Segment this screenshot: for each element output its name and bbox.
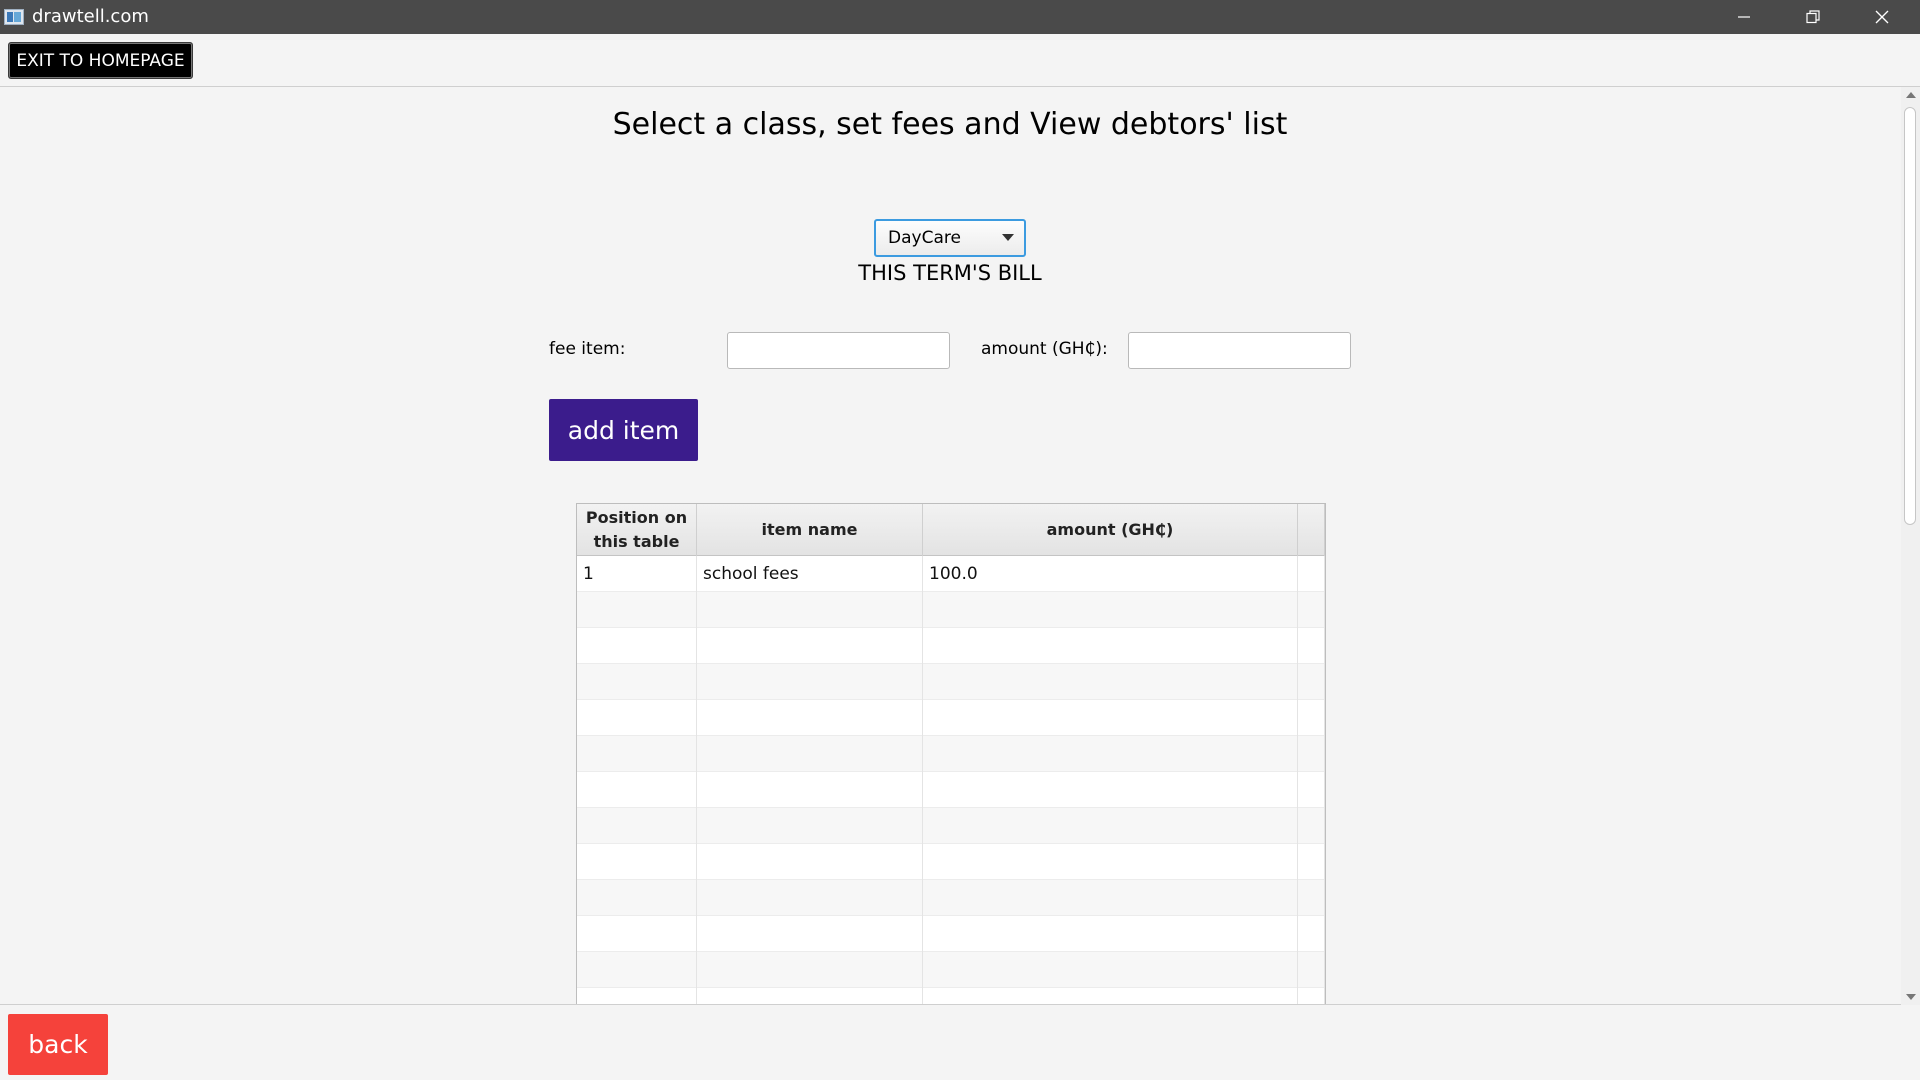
- cell-item-name: school fees: [697, 556, 923, 592]
- class-select[interactable]: DayCare: [874, 219, 1026, 257]
- window-titlebar: drawtell.com: [0, 0, 1920, 34]
- table-row-empty: [577, 700, 1325, 736]
- cell-amount: 100.0: [923, 556, 1298, 592]
- vertical-scrollbar[interactable]: [1901, 87, 1920, 1005]
- class-select-value: DayCare: [888, 228, 961, 248]
- column-header-item-name[interactable]: item name: [697, 504, 923, 556]
- table-row-empty: [577, 736, 1325, 772]
- back-button[interactable]: back: [8, 1014, 108, 1075]
- table-header: Position on this table item name amount …: [577, 504, 1325, 556]
- close-button[interactable]: [1848, 0, 1916, 34]
- column-header-amount[interactable]: amount (GH₵): [923, 504, 1298, 556]
- top-toolbar: EXIT TO HOMEPAGE: [0, 34, 1920, 86]
- cell-position: 1: [577, 556, 697, 592]
- table-row-empty: [577, 988, 1325, 1004]
- add-item-button[interactable]: add item: [549, 399, 698, 461]
- table-row-empty: [577, 772, 1325, 808]
- table-row-empty: [577, 664, 1325, 700]
- column-header-position[interactable]: Position on this table: [577, 504, 697, 556]
- amount-input[interactable]: [1128, 332, 1351, 369]
- scrollbar-thumb[interactable]: [1904, 107, 1916, 525]
- table-row-empty: [577, 844, 1325, 880]
- cell-filler: [1298, 556, 1325, 592]
- table-row[interactable]: 1 school fees 100.0: [577, 556, 1325, 592]
- restore-icon: [1806, 10, 1820, 24]
- main-scroll-pane: Select a class, set fees and View debtor…: [0, 86, 1920, 1005]
- page-title: Select a class, set fees and View debtor…: [612, 107, 1288, 142]
- window-title: drawtell.com: [32, 6, 149, 27]
- fee-item-label: fee item:: [549, 339, 626, 359]
- bill-label: THIS TERM'S BILL: [858, 261, 1042, 285]
- table-row-empty: [577, 592, 1325, 628]
- table-row-empty: [577, 916, 1325, 952]
- chevron-down-icon: [1002, 234, 1014, 241]
- table-row-empty: [577, 880, 1325, 916]
- minimize-button[interactable]: [1710, 0, 1778, 34]
- table-row-empty: [577, 628, 1325, 664]
- table-body: 1 school fees 100.0: [577, 556, 1325, 1004]
- restore-button[interactable]: [1779, 0, 1847, 34]
- table-row-empty: [577, 808, 1325, 844]
- scroll-down-icon[interactable]: [1906, 994, 1916, 1000]
- amount-label: amount (GH₵):: [981, 339, 1108, 359]
- exit-to-homepage-button[interactable]: EXIT TO HOMEPAGE: [8, 42, 193, 79]
- fee-item-input[interactable]: [727, 332, 950, 369]
- bottom-bar: back: [0, 1006, 1920, 1080]
- close-icon: [1875, 10, 1889, 24]
- minimize-icon: [1738, 16, 1750, 18]
- scroll-up-icon[interactable]: [1906, 92, 1916, 98]
- table-row-empty: [577, 952, 1325, 988]
- column-menu-button[interactable]: [1298, 504, 1325, 556]
- fees-table[interactable]: Position on this table item name amount …: [576, 503, 1326, 1004]
- app-icon: [4, 9, 24, 25]
